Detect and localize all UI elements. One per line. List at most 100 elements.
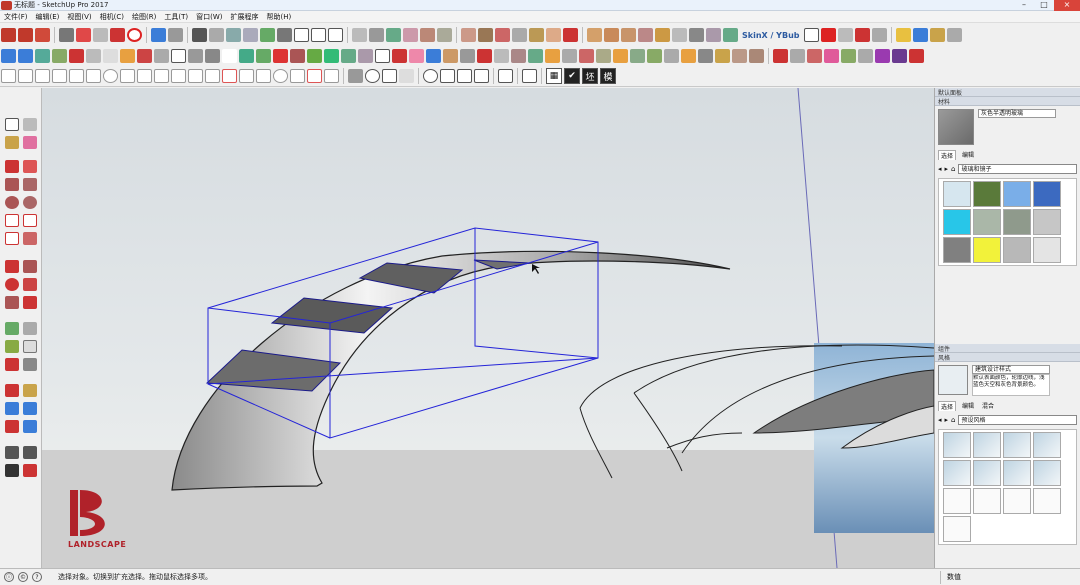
material-swatch[interactable] <box>1033 237 1061 263</box>
undo-icon[interactable] <box>151 28 166 42</box>
orbit-icon[interactable] <box>5 384 19 397</box>
georeference-icon[interactable]: ⓘ <box>4 572 14 582</box>
dimension-icon[interactable] <box>529 28 544 42</box>
protractor-icon[interactable] <box>5 340 19 353</box>
style-thumbnail-item[interactable] <box>1003 432 1031 458</box>
grid-tool-icon[interactable] <box>154 49 169 63</box>
open-arc-icon[interactable] <box>137 69 152 83</box>
pencil-icon[interactable] <box>5 160 19 173</box>
freehand-icon[interactable] <box>23 160 37 173</box>
menu-view[interactable]: 视图(V) <box>63 12 95 22</box>
export-icon[interactable] <box>854 28 870 42</box>
door-tool-icon[interactable] <box>732 49 747 63</box>
materials-tab-select[interactable]: 选择 <box>938 150 957 160</box>
menu-window[interactable]: 窗口(W) <box>192 12 226 22</box>
3d-text-icon[interactable] <box>23 358 37 371</box>
offset-icon[interactable] <box>23 296 37 309</box>
menu-help[interactable]: 帮助(H) <box>262 12 295 22</box>
style-thumbnail-item[interactable] <box>1033 432 1061 458</box>
tape-measure-icon[interactable] <box>5 322 19 335</box>
bezier-tool-icon[interactable] <box>256 49 271 63</box>
help-icon[interactable]: ? <box>32 572 42 582</box>
zoom-icon[interactable] <box>5 402 19 415</box>
diamond-tool-icon[interactable] <box>18 49 33 63</box>
refresh-tool-icon[interactable] <box>460 49 475 63</box>
getting-started-icon[interactable] <box>1 28 16 42</box>
tile-tool-icon[interactable] <box>324 49 339 63</box>
ring-icon[interactable] <box>273 69 288 83</box>
stair-tool-icon[interactable] <box>749 49 764 63</box>
style-thumbnail-item[interactable] <box>1033 460 1061 486</box>
explode-icon[interactable] <box>773 49 788 63</box>
print-icon[interactable] <box>192 28 207 42</box>
section-plane-icon[interactable] <box>461 28 476 42</box>
render-box-icon[interactable] <box>929 28 945 42</box>
style-pi-button[interactable]: 坯 <box>582 68 598 84</box>
style-mo-button[interactable]: 模 <box>600 68 616 84</box>
maximize-button[interactable]: □ <box>1034 0 1054 11</box>
purge-icon[interactable] <box>790 49 805 63</box>
spline-tool-icon[interactable] <box>239 49 254 63</box>
measurements-box[interactable]: 数值 <box>940 571 1080 584</box>
window-tool-icon[interactable] <box>715 49 730 63</box>
forward-icon[interactable]: ▸ <box>945 165 949 173</box>
components-section-header[interactable]: 组件 <box>935 344 1080 353</box>
eraser-icon[interactable] <box>23 136 37 149</box>
cut-tool-icon[interactable] <box>579 49 594 63</box>
material-swatch[interactable] <box>1003 237 1031 263</box>
axes-tool-icon[interactable] <box>5 358 19 371</box>
shield-icon[interactable] <box>348 69 363 83</box>
model-info-icon[interactable] <box>209 28 224 42</box>
polygon-tool-icon[interactable] <box>23 196 37 209</box>
rectangle-icon[interactable] <box>5 178 19 191</box>
curve-tool-icon[interactable] <box>494 49 509 63</box>
path-tool-icon[interactable] <box>545 49 560 63</box>
curve-pen-icon[interactable] <box>188 49 203 63</box>
hidden-line-icon[interactable] <box>386 28 401 42</box>
styles-tab-mix[interactable]: 混合 <box>980 401 996 411</box>
right-view-icon[interactable] <box>277 28 292 42</box>
gray-box-icon[interactable] <box>698 49 713 63</box>
bench-tool-icon[interactable] <box>681 49 696 63</box>
orange-box-icon[interactable] <box>613 49 628 63</box>
warehouse-icon[interactable] <box>18 28 33 42</box>
style-thumbnail-item[interactable] <box>943 488 971 514</box>
terrain-tool-icon[interactable] <box>35 49 50 63</box>
minimize-button[interactable]: – <box>1014 0 1034 11</box>
compass-icon[interactable] <box>423 69 438 83</box>
warning-icon[interactable] <box>382 69 397 83</box>
push-pull-icon[interactable] <box>23 260 37 273</box>
zoom-window-icon[interactable] <box>23 402 37 415</box>
xray-icon[interactable] <box>352 28 367 42</box>
connect-icon[interactable] <box>522 69 537 83</box>
corner-arc-icon[interactable] <box>205 69 220 83</box>
style-thumbnail-item[interactable] <box>943 432 971 458</box>
tilde-icon[interactable] <box>239 69 254 83</box>
monochrome-icon[interactable] <box>437 28 452 42</box>
zoom-extents-icon[interactable] <box>5 420 19 433</box>
pencil-curve-icon[interactable] <box>563 28 578 42</box>
make-component-icon[interactable] <box>23 118 37 131</box>
material-swatch[interactable] <box>1033 181 1061 207</box>
warning-tool-icon[interactable] <box>375 49 390 63</box>
spiral-icon[interactable] <box>120 69 135 83</box>
soap-skin-icon[interactable] <box>706 28 721 42</box>
component-grid-icon[interactable] <box>341 49 356 63</box>
credits-icon[interactable]: © <box>18 572 28 582</box>
slash-icon[interactable] <box>440 69 455 83</box>
scale-icon[interactable] <box>5 296 19 309</box>
paste-tool-icon[interactable] <box>103 49 118 63</box>
materials-tab-edit[interactable]: 编辑 <box>960 150 976 160</box>
layout-icon[interactable] <box>93 28 108 42</box>
mirror-tool-icon[interactable] <box>358 49 373 63</box>
style-forward-icon[interactable]: ▸ <box>945 416 949 424</box>
material-collection-select[interactable]: 玻璃和镜子 <box>958 164 1077 174</box>
split-icon[interactable] <box>909 49 924 63</box>
shaded-icon[interactable] <box>403 28 418 42</box>
erase-cancel-icon[interactable] <box>127 28 142 42</box>
wave-icon[interactable] <box>35 69 50 83</box>
line-x-icon[interactable] <box>1 69 16 83</box>
render-cube-icon[interactable] <box>946 28 962 42</box>
loop-curve-icon[interactable] <box>154 69 169 83</box>
weld-tool-icon[interactable] <box>137 49 152 63</box>
